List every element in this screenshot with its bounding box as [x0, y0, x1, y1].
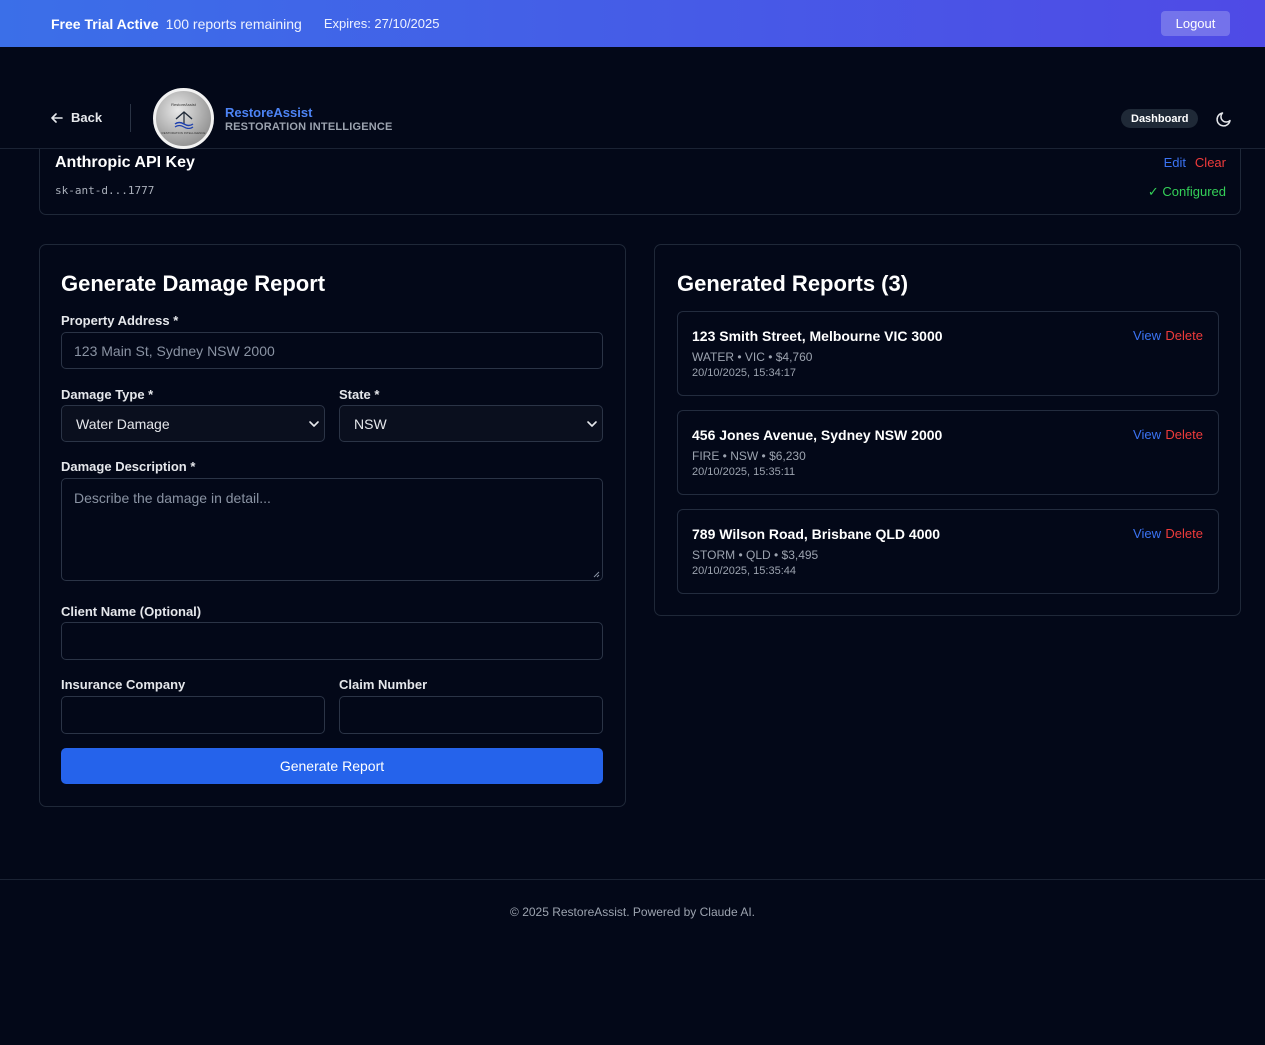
report-timestamp: 20/10/2025, 15:35:44: [692, 565, 796, 577]
generate-report-form: Generate Damage Report Property Address …: [39, 244, 626, 807]
generate-report-button[interactable]: Generate Report: [61, 748, 603, 784]
state-label: State *: [339, 387, 380, 402]
report-meta: FIRE • NSW • $6,230: [692, 449, 806, 463]
report-item[interactable]: 789 Wilson Road, Brisbane QLD 4000 STORM…: [677, 509, 1219, 594]
report-timestamp: 20/10/2025, 15:35:11: [692, 466, 796, 478]
damage-type-label: Damage Type *: [61, 387, 154, 402]
chevron-down-icon: [587, 421, 597, 427]
api-key-clear-button[interactable]: Clear: [1195, 155, 1226, 170]
client-name-input[interactable]: [61, 622, 603, 660]
restoreassist-logo: RestoreAssist RESTORATION INTELLIGENCE: [153, 88, 214, 149]
client-name-label: Client Name (Optional): [61, 604, 202, 619]
theme-toggle-button[interactable]: [1215, 110, 1233, 133]
trial-expiry: Expires: 27/10/2025: [323, 16, 440, 31]
reports-remaining: 100 reports remaining: [165, 15, 302, 32]
report-address: 123 Smith Street, Melbourne VIC 3000: [692, 328, 943, 344]
generated-reports-card: Generated Reports (3) 123 Smith Street, …: [654, 244, 1241, 616]
page-footer: © 2025 RestoreAssist. Powered by Claude …: [0, 879, 1265, 1045]
back-button[interactable]: Back: [51, 110, 102, 125]
description-placeholder: Describe the damage in detail...: [74, 490, 271, 506]
api-key-status: ✓ Configured: [1147, 184, 1226, 199]
reports-title: Generated Reports (3): [677, 271, 909, 296]
insurance-label: Insurance Company: [61, 677, 186, 692]
damage-description-textarea[interactable]: Describe the damage in detail...: [61, 478, 603, 581]
trial-banner: Free Trial Active 100 reports remaining …: [0, 0, 1265, 47]
property-address-input[interactable]: 123 Main St, Sydney NSW 2000: [61, 332, 603, 369]
report-meta: STORM • QLD • $3,495: [692, 548, 819, 562]
app-header: Back RestoreAssist RESTORATION INTELLIGE…: [0, 47, 1265, 149]
moon-icon: [1216, 112, 1231, 127]
damage-type-select[interactable]: Water Damage: [61, 405, 325, 442]
insurance-company-input[interactable]: [61, 696, 325, 734]
api-key-card: Anthropic API Key sk-ant-d...1777 Edit C…: [39, 149, 1241, 215]
brand-tagline: RESTORATION INTELLIGENCE: [225, 121, 393, 133]
report-item[interactable]: 456 Jones Avenue, Sydney NSW 2000 FIRE •…: [677, 410, 1219, 495]
claim-label: Claim Number: [339, 677, 428, 692]
view-report-button[interactable]: View: [1133, 526, 1161, 541]
damage-type-value: Water Damage: [76, 415, 170, 432]
report-address: 456 Jones Avenue, Sydney NSW 2000: [692, 427, 943, 443]
report-item[interactable]: 123 Smith Street, Melbourne VIC 3000 WAT…: [677, 311, 1219, 396]
address-placeholder: 123 Main St, Sydney NSW 2000: [74, 342, 275, 359]
trial-status: Free Trial Active: [51, 15, 159, 32]
delete-report-button[interactable]: Delete: [1165, 526, 1203, 541]
state-select[interactable]: NSW: [339, 405, 603, 442]
back-label: Back: [71, 110, 103, 125]
arrow-left-icon: [51, 112, 63, 123]
dashboard-button[interactable]: Dashboard: [1121, 109, 1199, 128]
delete-report-button[interactable]: Delete: [1165, 427, 1203, 442]
api-key-value: sk-ant-d...1777: [55, 184, 155, 197]
state-value: NSW: [354, 415, 387, 432]
logo-bottom-text: RESTORATION INTELLIGENCE: [161, 131, 206, 135]
delete-report-button[interactable]: Delete: [1165, 328, 1203, 343]
view-report-button[interactable]: View: [1133, 427, 1161, 442]
footer-copyright: © 2025 RestoreAssist. Powered by Claude …: [510, 905, 755, 919]
logout-button[interactable]: Logout: [1161, 11, 1230, 36]
description-label: Damage Description *: [61, 459, 196, 474]
resize-grip-icon[interactable]: [592, 570, 600, 578]
brand-name[interactable]: RestoreAssist: [225, 105, 312, 120]
house-wave-icon: [174, 111, 193, 129]
report-timestamp: 20/10/2025, 15:34:17: [692, 367, 796, 379]
view-report-button[interactable]: View: [1133, 328, 1161, 343]
api-key-title: Anthropic API Key: [55, 154, 195, 171]
claim-number-input[interactable]: [339, 696, 603, 734]
report-address: 789 Wilson Road, Brisbane QLD 4000: [692, 526, 941, 542]
address-label: Property Address *: [61, 313, 179, 328]
header-divider: [130, 104, 131, 132]
logo-top-text: RestoreAssist: [171, 102, 196, 107]
report-meta: WATER • VIC • $4,760: [692, 350, 813, 364]
api-key-edit-button[interactable]: Edit: [1164, 155, 1186, 170]
chevron-down-icon: [309, 421, 319, 427]
form-title: Generate Damage Report: [61, 271, 326, 296]
